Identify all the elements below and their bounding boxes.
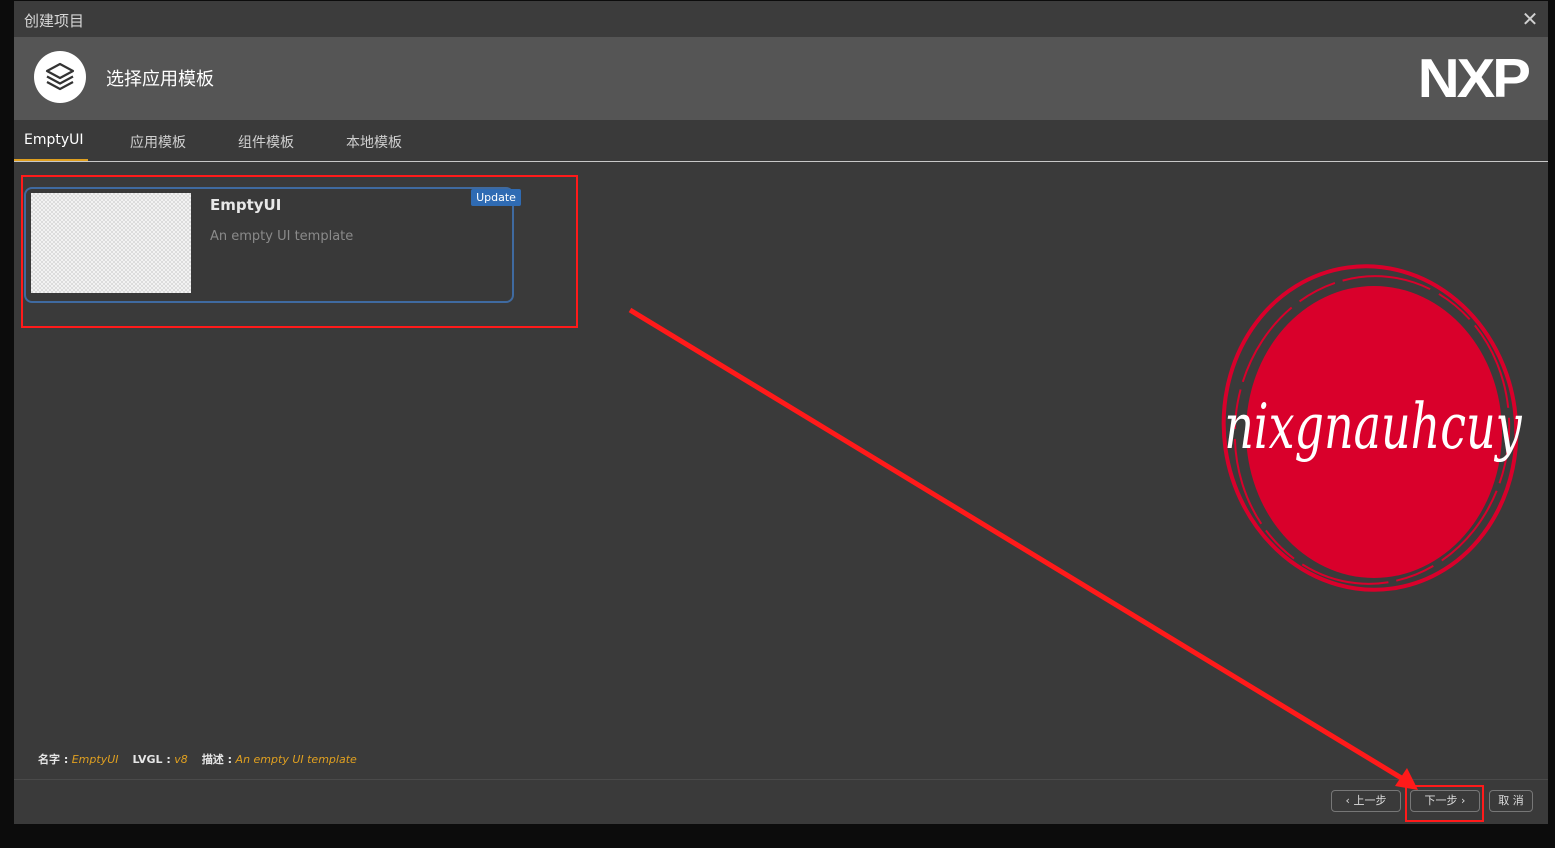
watermark-text: nixgnauhcuy [1224,390,1522,463]
watermark-stamp: nixgnauhcuy [1221,264,1522,592]
